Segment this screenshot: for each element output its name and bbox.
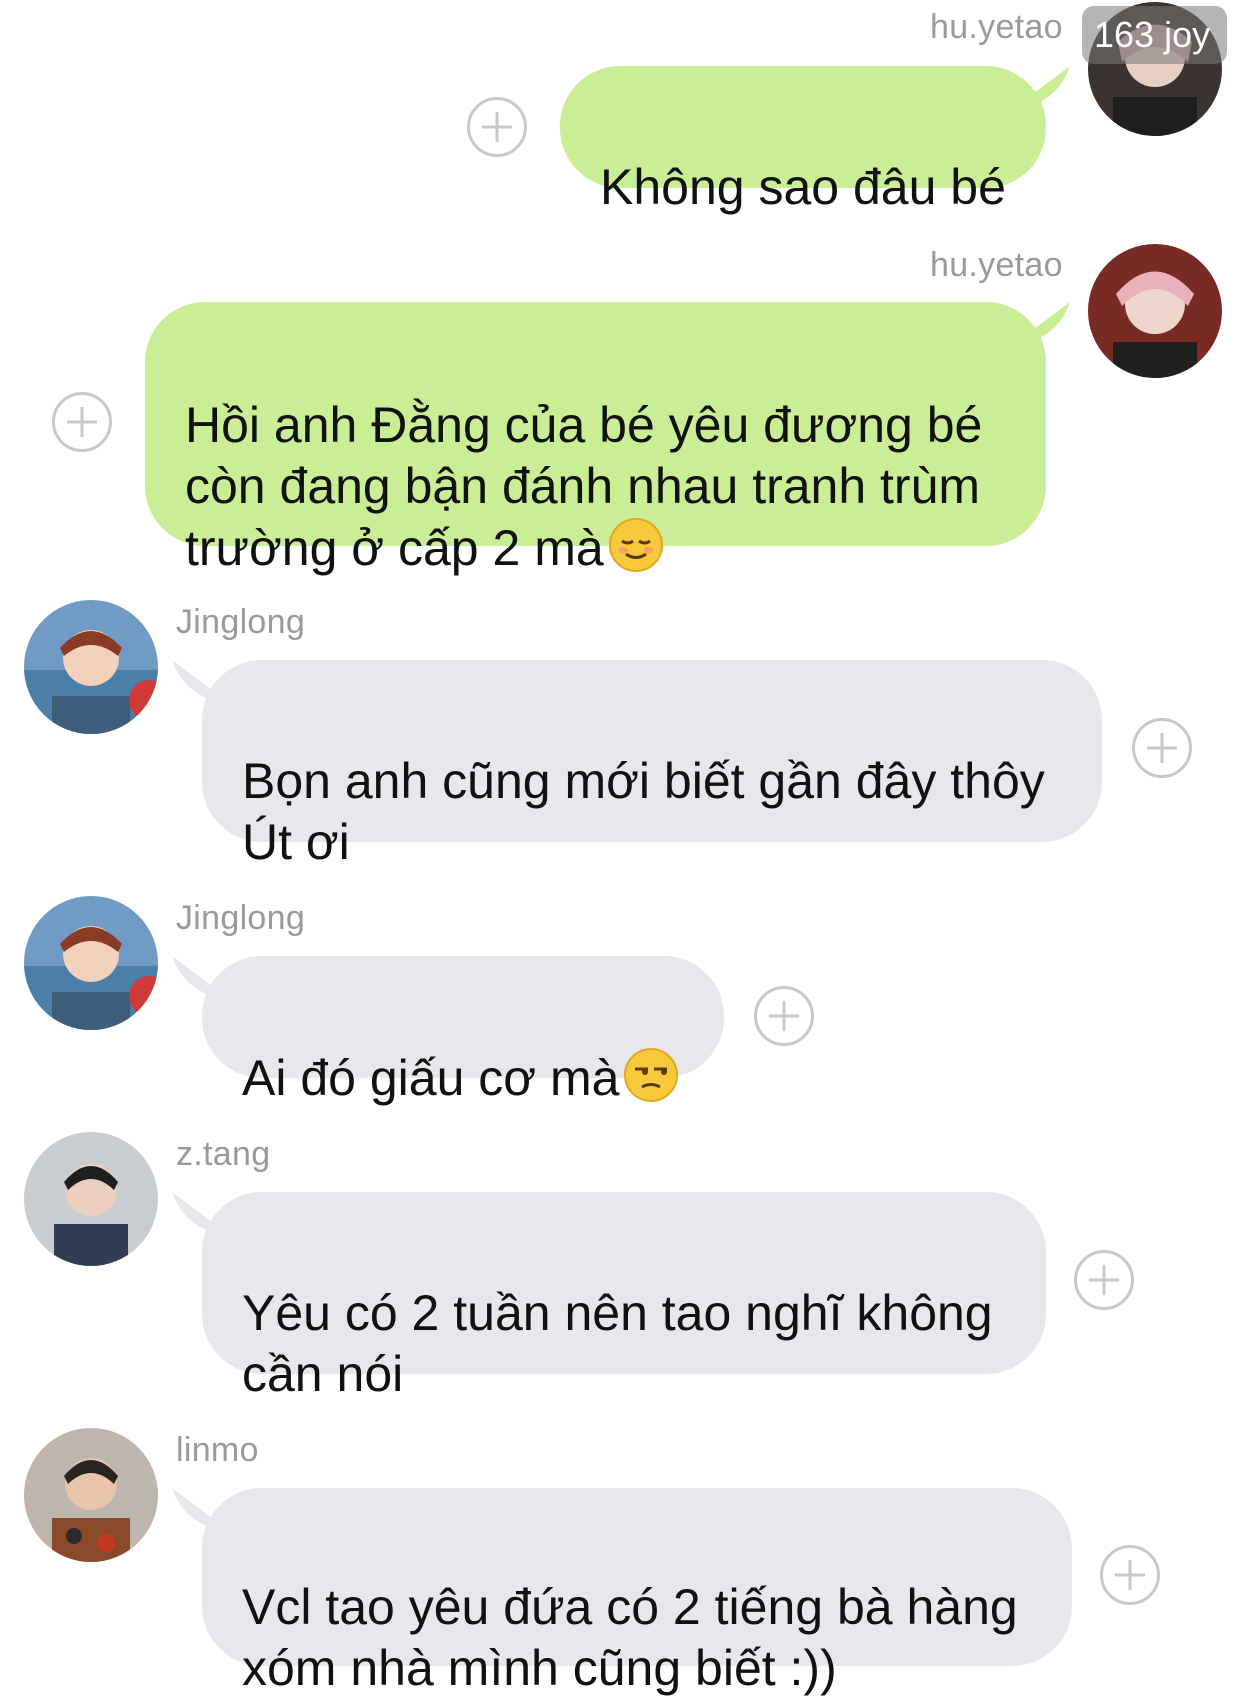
message-text: Hồi anh Đằng của bé yêu đương bé còn đan… (185, 397, 983, 576)
sender-name: Jinglong (176, 603, 306, 641)
avatar[interactable] (1088, 244, 1222, 378)
add-reaction-icon[interactable] (52, 392, 112, 452)
avatar[interactable] (24, 600, 158, 734)
sender-name: hu.yetao (930, 246, 1063, 284)
message-bubble[interactable]: Yêu có 2 tuần nên tao nghĩ không cần nói (202, 1192, 1046, 1402)
message-text: Bọn anh cũng mới biết gần đây thôy Út ơi (242, 753, 1045, 870)
message-bubble[interactable]: Ai đó giấu cơ mà (202, 956, 724, 1106)
avatar[interactable] (24, 896, 158, 1030)
message-bubble[interactable]: Không sao đâu bé (560, 66, 1046, 215)
unamused-face-emoji (624, 1048, 679, 1102)
message-text: Yêu có 2 tuần nên tao nghĩ không cần nói (242, 1285, 993, 1402)
message-text: Ai đó giấu cơ mà (242, 1050, 620, 1106)
watermark-badge: 163 joy (1082, 6, 1227, 64)
sender-name: z.tang (176, 1135, 271, 1173)
message-text: Vcl tao yêu đứa có 2 tiếng bà hàng xóm n… (242, 1579, 1018, 1696)
message-text: Không sao đâu bé (600, 159, 1006, 215)
message-bubble[interactable]: Vcl tao yêu đứa có 2 tiếng bà hàng xóm n… (202, 1488, 1072, 1696)
sender-name: linmo (176, 1431, 259, 1469)
relieved-face-emoji (608, 518, 663, 572)
add-reaction-icon[interactable] (1100, 1545, 1160, 1605)
bubble-tail (172, 1192, 212, 1232)
message-bubble[interactable]: Hồi anh Đằng của bé yêu đương bé còn đan… (145, 302, 1046, 576)
sender-name: Jinglong (176, 899, 306, 937)
add-reaction-icon[interactable] (1132, 718, 1192, 778)
bubble-tail (172, 660, 212, 700)
add-reaction-icon[interactable] (467, 97, 527, 157)
bubble-tail (172, 1488, 212, 1528)
add-reaction-icon[interactable] (1074, 1250, 1134, 1310)
message-bubble[interactable]: Bọn anh cũng mới biết gần đây thôy Út ơi (202, 660, 1102, 870)
avatar[interactable] (24, 1428, 158, 1562)
add-reaction-icon[interactable] (754, 986, 814, 1046)
avatar[interactable] (24, 1132, 158, 1266)
sender-name: hu.yetao (930, 8, 1063, 46)
bubble-tail (172, 956, 212, 996)
